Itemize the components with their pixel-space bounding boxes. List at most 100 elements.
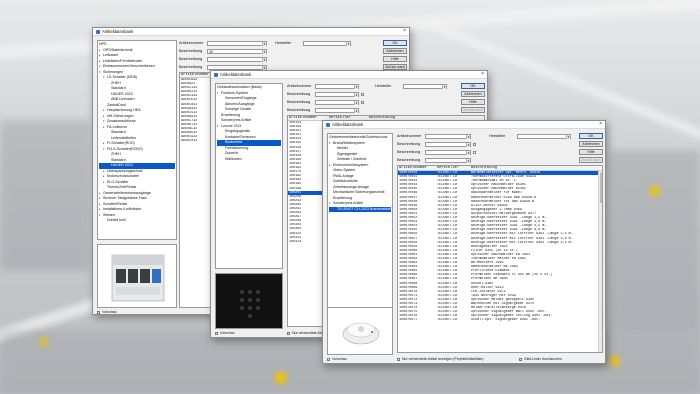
chevron-down-icon[interactable]: ▾ bbox=[262, 49, 266, 54]
description-field[interactable]: 40 ▾ bbox=[207, 48, 267, 54]
used-articles-toggle[interactable]: Nur verwendete Artikel anzeigen (Projekt… bbox=[397, 357, 484, 361]
article-number-field[interactable]: ▾ bbox=[207, 40, 267, 46]
tree-node-label: Aktoren/Ausgänge bbox=[225, 101, 255, 106]
close-icon[interactable]: × bbox=[599, 122, 602, 127]
chevron-down-icon[interactable]: ▾ bbox=[346, 41, 350, 46]
description-field-2[interactable]: ▾ bbox=[315, 99, 359, 105]
article-number-field[interactable]: ▾ bbox=[425, 133, 471, 139]
description-field[interactable]: ▾ bbox=[425, 141, 471, 147]
category-tree[interactable]: Gefahrenmeldetechnik/Zutrittsschutz ▾ Bra… bbox=[327, 133, 393, 313]
manufacturer-field[interactable]: ▾ bbox=[303, 40, 351, 46]
tree-node-label: FA-Leitkurve bbox=[107, 124, 128, 129]
chevron-down-icon[interactable]: ▾ bbox=[262, 57, 266, 62]
tree-node-label: LS-Schalter (MCB) bbox=[107, 75, 138, 79]
tree-node-label: ZHEH bbox=[111, 152, 121, 156]
ok-button[interactable]: OK bbox=[461, 83, 485, 89]
tree-node-label: FI/LS-Schalter(RCBO) bbox=[107, 146, 143, 151]
cancel-button[interactable]: Abbrechen bbox=[461, 91, 485, 97]
chevron-down-icon[interactable]: ▾ bbox=[262, 41, 266, 46]
ok-button[interactable]: OK bbox=[383, 40, 407, 46]
back-button[interactable]: Zurück nach bbox=[579, 157, 603, 163]
manufacturer-field[interactable]: ▾ bbox=[403, 83, 447, 89]
tree-node-label: Zeiterfassungs-Anlage bbox=[333, 184, 369, 189]
description-field-3[interactable]: ▾ bbox=[425, 157, 471, 163]
description-field[interactable]: ▾ bbox=[315, 91, 359, 97]
article-number-field[interactable]: ▾ bbox=[315, 83, 359, 89]
article-number-cell: 100070077 bbox=[399, 318, 418, 323]
description-field-2[interactable]: ▾ bbox=[425, 149, 471, 155]
title-bar[interactable]: Artikeldatenbank × bbox=[211, 71, 487, 79]
preview-checkbox[interactable] bbox=[327, 357, 330, 361]
back-button[interactable]: Zurück nach bbox=[461, 107, 485, 113]
tree-node-label: Wallboxen bbox=[225, 156, 242, 161]
chevron-down-icon[interactable]: ▾ bbox=[354, 100, 358, 105]
chevron-down-icon[interactable]: ▾ bbox=[566, 134, 570, 139]
tree-node-label: Leitsätzen/Fernleitenden bbox=[103, 58, 143, 63]
description-checkbox-2[interactable] bbox=[361, 100, 364, 104]
chevron-down-icon[interactable]: ▾ bbox=[354, 84, 358, 89]
chevron-down-icon[interactable]: ▾ bbox=[354, 92, 358, 97]
tree-node-label: HAGER 2023 bbox=[111, 163, 133, 167]
tree-node-label: Brand/Meldesystem bbox=[333, 140, 365, 145]
help-button[interactable]: Hilfe bbox=[383, 56, 407, 62]
description-field-3[interactable]: ▾ bbox=[315, 107, 359, 113]
search-list-checkbox[interactable] bbox=[519, 357, 522, 361]
description-field-2[interactable]: ▾ bbox=[207, 56, 267, 62]
preview-checkbox[interactable] bbox=[215, 331, 218, 335]
category-tree[interactable]: NPS ▸ OPS/Datentechnik ▸ Leitsatzei ▸ Leitsät… bbox=[97, 40, 177, 240]
close-icon[interactable]: × bbox=[403, 29, 406, 34]
tree-node-label: Sonderpreis Artikel bbox=[221, 118, 252, 122]
article-list[interactable]: Artikelnummer Hersteller Beschreibung 10… bbox=[397, 165, 603, 353]
table-row[interactable]: 100070077 TELENOT-CH Schall-Opt. Signalgeb… bbox=[398, 318, 602, 322]
title-bar[interactable]: Artikeldatenbank × bbox=[323, 121, 605, 129]
preview-checkbox[interactable] bbox=[97, 310, 100, 314]
circuit-breaker-image bbox=[111, 254, 165, 302]
search-list-toggle[interactable]: Gleit-Lister durchsuchen bbox=[519, 357, 562, 361]
tree-node-label: Zutrittskontrolle bbox=[333, 179, 358, 183]
list-item[interactable]: ADEKC032 bbox=[180, 139, 210, 143]
used-articles-checkbox[interactable] bbox=[287, 331, 290, 335]
used-articles-checkbox[interactable] bbox=[397, 357, 400, 361]
title-bar[interactable]: Artikeldatenbank × bbox=[93, 28, 409, 36]
description-checkbox[interactable] bbox=[361, 92, 364, 96]
manufacturer-label: Hersteller bbox=[489, 134, 506, 138]
keypad-image bbox=[216, 274, 282, 328]
tree-node-label: Einbaumessnen/Verschreibenen bbox=[103, 64, 155, 68]
chevron-down-icon[interactable]: ▾ bbox=[466, 150, 470, 155]
category-tree[interactable]: Gebäudeautomation (Basis) ▾ Funkbus-Syste… bbox=[215, 83, 283, 269]
close-icon[interactable]: × bbox=[481, 72, 484, 77]
preview-toggle[interactable]: Vorschau bbox=[97, 310, 117, 314]
chevron-down-icon[interactable]: ▾ bbox=[466, 142, 470, 147]
chevron-down-icon[interactable]: ▾ bbox=[466, 158, 470, 163]
vertical-scrollbar[interactable] bbox=[598, 171, 602, 352]
article-list[interactable]: Artikelnummer ADEKCA32 ADEKA22 ADEKC132 ADE… bbox=[179, 72, 211, 308]
cancel-button[interactable]: Abbrechen bbox=[383, 48, 407, 54]
chevron-down-icon[interactable]: ▾ bbox=[262, 65, 266, 70]
tree-node-label: Signalgeräte bbox=[337, 151, 358, 156]
tree-node-label: Überspannungsschutz bbox=[107, 168, 143, 173]
tree-node-label: Eingangsgeräte bbox=[225, 129, 251, 133]
tree-node[interactable]: Dreiteil kreil bbox=[99, 218, 175, 224]
chevron-down-icon[interactable]: ▾ bbox=[466, 134, 470, 139]
ok-button[interactable]: OK bbox=[579, 133, 603, 139]
chevron-down-icon[interactable]: ▾ bbox=[354, 108, 358, 113]
preview-toggle[interactable]: Vorschau bbox=[215, 331, 235, 335]
chevron-down-icon[interactable]: ▾ bbox=[442, 84, 446, 89]
manufacturer-field[interactable]: ▾ bbox=[517, 133, 571, 139]
tree-node-label: Sicherer Tastgehäuse Fase bbox=[103, 196, 147, 200]
help-button[interactable]: Hilfe bbox=[579, 149, 603, 155]
cancel-button[interactable]: Abbrechen bbox=[579, 141, 603, 147]
preview-toggle[interactable]: Vorschau bbox=[327, 357, 347, 361]
app-icon bbox=[96, 29, 100, 34]
tree-node[interactable]: Wallboxen bbox=[217, 157, 281, 163]
article-database-window-3[interactable]: Artikeldatenbank × Gefahrenmeldetechnik/… bbox=[322, 120, 606, 364]
help-button[interactable]: Hilfe bbox=[461, 99, 485, 105]
tree-node-label: HAGER 2023 bbox=[111, 91, 133, 96]
tree-node[interactable]: TELENOT CH-2023 Brandmeldetechnik bbox=[329, 206, 392, 212]
description-label-3: Beschreibung bbox=[397, 158, 421, 162]
tree-node-label: Mechanische Sicherungstechnik bbox=[333, 190, 385, 194]
tree-node-label: Hauptsicherung HEA bbox=[107, 108, 141, 112]
description-field-3[interactable]: ▾ bbox=[207, 64, 267, 70]
description-checkbox-2[interactable] bbox=[473, 150, 476, 154]
description-checkbox[interactable] bbox=[473, 142, 476, 146]
